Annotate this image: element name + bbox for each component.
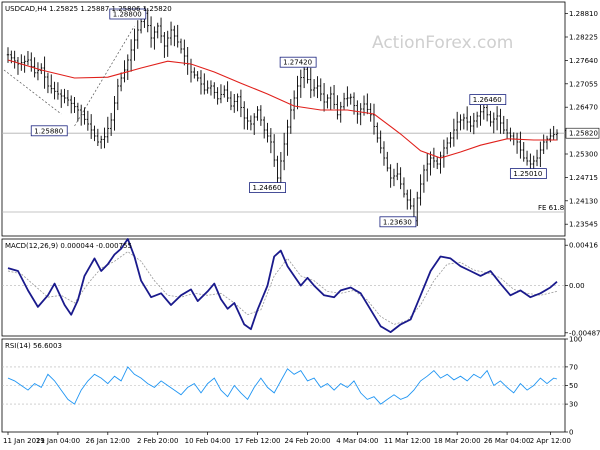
main-ytick-label: 1.27055 [569, 80, 598, 88]
main-ytick-label: 1.26470 [569, 104, 598, 112]
watermark: ActionForex.com [372, 33, 513, 53]
rsi-title: RSI(14) 56.6003 [5, 342, 62, 350]
price-annotation: 1.23630 [379, 216, 417, 228]
main-ytick-label: 1.27640 [569, 57, 598, 65]
x-tick-label: 2 Feb 20:00 [137, 437, 178, 445]
current-price-label: 1.25820 [569, 130, 598, 138]
price-annotation: 1.24660 [249, 182, 286, 194]
main-ytick-label: 1.28225 [569, 34, 598, 42]
rsi-ytick-label: 70 [569, 363, 578, 371]
annotation-label: 1.27420 [283, 59, 312, 67]
x-tick-label: 17 Feb 12:00 [235, 437, 281, 445]
x-tick-label: 2 Apr 12:00 [530, 437, 571, 445]
main-ytick-label: 1.28810 [569, 10, 598, 18]
macd-title: MACD(12,26,9) 0.000044 -0.000755 [5, 242, 132, 250]
rsi-ytick-label: 30 [569, 401, 578, 409]
panel-frame-1 [1, 238, 566, 337]
x-tick-label: 26 Jan 12:00 [86, 437, 130, 445]
main-title: USDCAD,H4 1.25825 1.25887 1.25806 1.2582… [5, 5, 172, 13]
rsi-ytick-label: 100 [569, 336, 582, 344]
price-annotation: 1.25880 [30, 125, 68, 137]
price-annotation: 1.25010 [509, 168, 547, 180]
x-tick-label: 11 Mar 12:00 [384, 437, 431, 445]
rsi-ytick-label: 0 [569, 429, 573, 437]
main-ytick-label: 1.23545 [569, 221, 598, 229]
annotation-label: 1.25010 [513, 170, 542, 178]
x-tick-label: 4 Mar 04:00 [336, 437, 378, 445]
annotation-label: 1.26460 [473, 96, 502, 104]
main-ytick-label: 1.25300 [569, 151, 598, 159]
x-tick-label: 24 Feb 20:00 [284, 437, 330, 445]
chart-root: ActionForex.com 1.28810 1.28225 1.27640 1.27… [1, 1, 600, 445]
annotation-label: 1.25880 [34, 127, 63, 135]
x-tick-label: 26 Mar 04:00 [484, 437, 531, 445]
annotation-label: 1.24660 [253, 184, 282, 192]
x-tick-label: 19 Jan 04:00 [36, 437, 80, 445]
main-ytick-label: 1.24715 [569, 174, 598, 182]
macd-ytick-label: 0.00 [569, 282, 585, 290]
macd-ytick-label: 0.00416 [569, 242, 598, 250]
price-annotation: 1.26460 [469, 94, 507, 105]
annotation-label: 1.23630 [383, 218, 412, 226]
x-tick-label: 18 Mar 20:00 [434, 437, 481, 445]
main-ytick-label: 1.24130 [569, 197, 598, 205]
x-tick-label: 10 Feb 04:00 [185, 437, 231, 445]
price-annotation: 1.27420 [279, 56, 317, 68]
rsi-ytick-label: 50 [569, 382, 578, 390]
fe-level-label: FE 61.8 [538, 204, 564, 212]
